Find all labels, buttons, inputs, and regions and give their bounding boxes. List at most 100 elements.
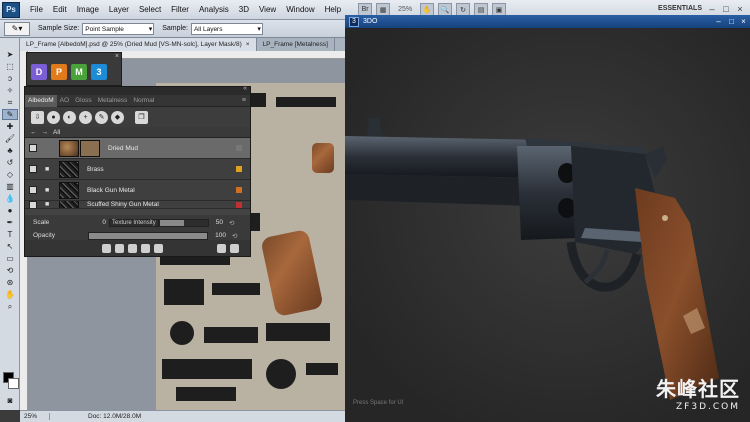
intensity-slider-track[interactable] [159, 218, 209, 227]
sample-size-select[interactable]: Point Sample [82, 22, 155, 35]
zoom-tool-icon[interactable]: ⌕ [2, 301, 18, 312]
new-material-icon[interactable] [102, 243, 111, 253]
new-layer-icon[interactable] [128, 243, 137, 253]
healing-brush-tool-icon[interactable]: ✚ [2, 121, 18, 132]
menu-item-image[interactable]: Image [72, 0, 104, 20]
history-brush-tool-icon[interactable]: ↺ [2, 157, 18, 168]
menu-item-view[interactable]: View [254, 0, 281, 20]
layer-row[interactable]: ■ Black Gun Metal [25, 180, 250, 201]
import-icon[interactable]: ⇩ [31, 110, 44, 124]
tab-ao[interactable]: AO [57, 95, 72, 107]
layer-color-tag[interactable] [236, 201, 242, 208]
layer-row[interactable]: ■ Scuffed Shiny Gun Metal [25, 201, 250, 209]
3d-viewport[interactable]: Press Space for UI 朱峰社区 ZF3D.COM [345, 28, 750, 422]
menu-item-filter[interactable]: Filter [166, 0, 194, 20]
zoom-level-readout[interactable]: 25% [394, 6, 416, 13]
layer-visibility-checkbox[interactable] [29, 201, 37, 208]
panel-menu-icon[interactable]: ≡ [242, 97, 246, 104]
menu-item-help[interactable]: Help [320, 0, 346, 20]
fill-icon[interactable]: ◆ [111, 110, 124, 124]
opacity-slider[interactable] [88, 231, 208, 240]
new-folder-icon[interactable] [141, 243, 150, 253]
new-mask-icon[interactable] [115, 243, 124, 253]
duplicate-icon[interactable]: ❐ [135, 110, 148, 124]
preview-icon[interactable] [217, 243, 226, 253]
crop-tool-icon[interactable]: ⌗ [2, 97, 18, 108]
brush-tool-icon[interactable]: 🖌 [2, 133, 18, 144]
reset-icon[interactable]: ⟲ [232, 232, 237, 240]
maximize-icon[interactable]: □ [726, 15, 737, 27]
reset-icon[interactable]: ⟲ [229, 219, 234, 227]
menu-item-analysis[interactable]: Analysis [194, 0, 234, 20]
clone-stamp-tool-icon[interactable]: ♣ [2, 145, 18, 156]
3do-window-titlebar[interactable]: 3 3DO – □ × [345, 15, 750, 28]
intensity-value[interactable]: 50 [209, 219, 223, 226]
mdo-icon[interactable]: M [71, 64, 87, 80]
tab-metalness[interactable]: Metalness [95, 95, 131, 107]
tab-albedom[interactable]: AlbedoM [25, 94, 57, 107]
tab-gloss[interactable]: Gloss [72, 95, 95, 107]
material-sphere-icon[interactable]: ● [47, 110, 60, 124]
workspace-switcher[interactable]: ESSENTIALS [658, 5, 702, 12]
panel-header[interactable]: « [25, 85, 250, 95]
layer-visibility-checkbox[interactable] [29, 165, 37, 173]
ndo-icon[interactable]: P [51, 64, 67, 80]
hand-tool-icon[interactable]: ✋ [2, 289, 18, 300]
close-tab-icon[interactable]: × [246, 41, 250, 48]
layer-visibility-checkbox[interactable] [29, 186, 37, 194]
forward-arrow-icon[interactable]: → [42, 129, 49, 136]
menu-item-window[interactable]: Window [281, 0, 319, 20]
tab-normal[interactable]: Normal [130, 95, 157, 107]
sample-select[interactable]: All Layers [190, 22, 263, 35]
move-tool-icon[interactable]: ➤ [2, 49, 18, 60]
maximize-icon[interactable]: □ [720, 3, 732, 15]
3do-icon[interactable]: 3 [91, 64, 107, 80]
shape-tool-icon[interactable]: ▭ [2, 253, 18, 264]
status-zoom[interactable]: 25% [20, 413, 50, 420]
type-tool-icon[interactable]: T [2, 229, 18, 240]
menu-item-layer[interactable]: Layer [104, 0, 134, 20]
layer-row[interactable]: ■ Brass [25, 159, 250, 180]
3d-orbit-tool-icon[interactable]: ⊛ [2, 277, 18, 288]
tab-metalness-document[interactable]: LP_Frame [Metalness] [257, 38, 335, 51]
breadcrumb-all[interactable]: All [53, 129, 60, 136]
lasso-tool-icon[interactable]: ↄ [2, 73, 18, 84]
marquee-tool-icon[interactable]: ⬚ [2, 61, 18, 72]
dodge-tool-icon[interactable]: ● [2, 205, 18, 216]
brush-icon[interactable]: ✎ [95, 110, 108, 124]
close-icon[interactable]: × [738, 15, 749, 27]
layer-color-tag[interactable] [236, 187, 242, 193]
menu-item-3d[interactable]: 3D [234, 0, 254, 20]
collapse-panel-icon[interactable]: « [243, 85, 247, 92]
3d-rotate-tool-icon[interactable]: ⟲ [2, 265, 18, 276]
menu-item-file[interactable]: File [25, 0, 48, 20]
menu-item-select[interactable]: Select [134, 0, 166, 20]
layer-visibility-checkbox[interactable] [29, 144, 37, 152]
intensity-slider[interactable]: Texture Intensity [109, 218, 159, 227]
blur-tool-icon[interactable]: 💧 [2, 193, 18, 204]
menu-item-edit[interactable]: Edit [48, 0, 72, 20]
quick-mask-icon[interactable]: ◙ [2, 395, 18, 406]
pen-tool-icon[interactable]: ✒ [2, 217, 18, 228]
gradient-tool-icon[interactable]: ▥ [2, 181, 18, 192]
mask-icon[interactable]: ◐ [63, 110, 76, 124]
tab-albedo-document[interactable]: LP_Frame [AlbedoM].psd @ 25% (Dried Mud … [20, 38, 257, 51]
eraser-tool-icon[interactable]: ◇ [2, 169, 18, 180]
layer-color-tag[interactable] [236, 145, 242, 151]
close-panel-icon[interactable]: × [115, 53, 119, 60]
background-color-swatch[interactable] [8, 378, 19, 389]
eyedropper-tool-icon[interactable]: ✎ [2, 109, 18, 120]
refresh-icon[interactable] [230, 243, 239, 253]
minimize-icon[interactable]: – [706, 3, 718, 15]
quick-select-tool-icon[interactable]: ✧ [2, 85, 18, 96]
add-layer-icon[interactable]: + [79, 110, 92, 124]
ddo-icon[interactable]: D [31, 64, 47, 80]
layer-row[interactable]: Dried Mud [25, 138, 250, 159]
delete-icon[interactable] [154, 243, 163, 253]
scale-value[interactable]: 0 [88, 219, 106, 226]
back-arrow-icon[interactable]: ← [30, 129, 37, 136]
opacity-value[interactable]: 100 [208, 232, 226, 239]
layer-color-tag[interactable] [236, 166, 242, 172]
close-icon[interactable]: × [734, 3, 746, 15]
eyedropper-preset-icon[interactable]: ✎▾ [4, 21, 30, 36]
